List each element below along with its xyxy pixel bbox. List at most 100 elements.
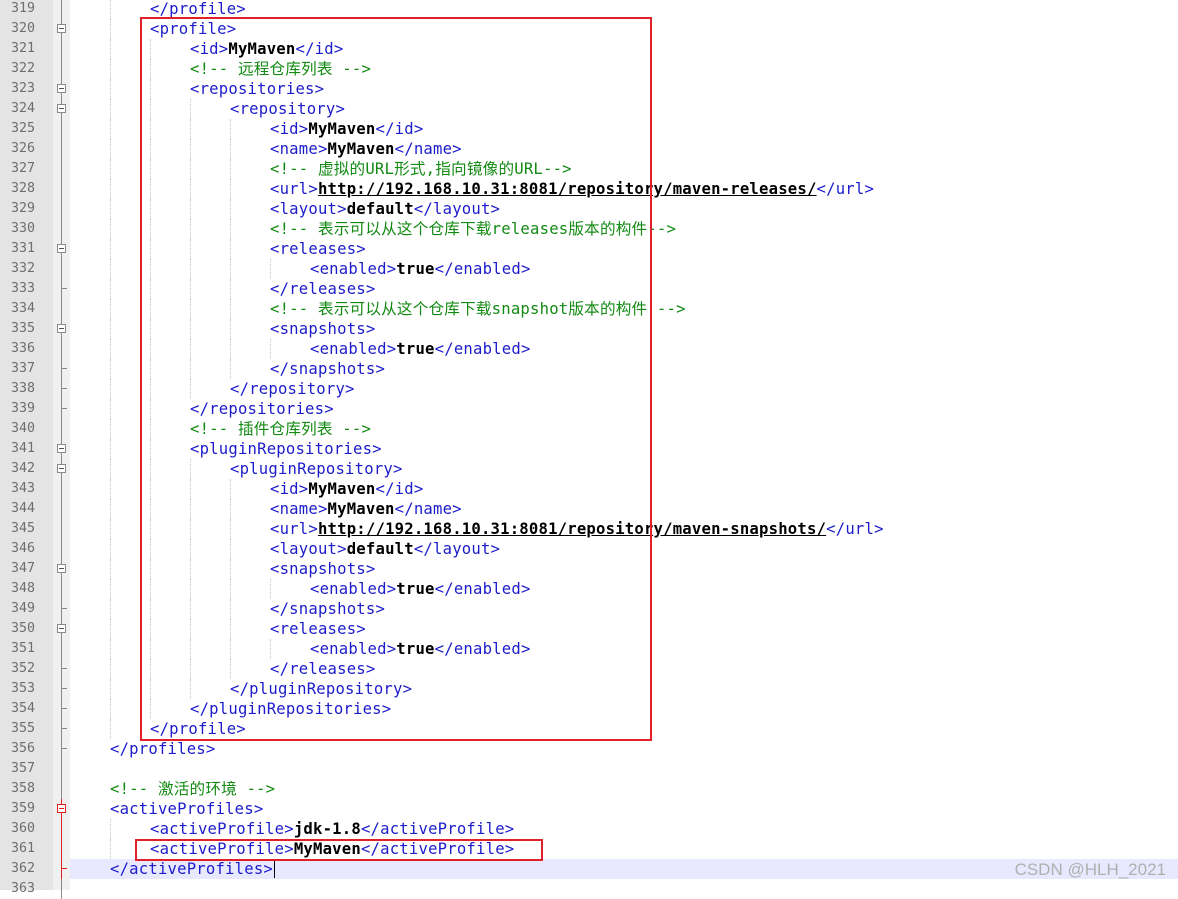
code-text[interactable]: </snapshots> [70, 359, 1178, 379]
code-line[interactable]: 359 <activeProfiles> [0, 799, 1178, 819]
code-line[interactable]: 355 </profile> [0, 719, 1178, 739]
code-text[interactable]: <!-- 表示可以从这个仓库下载releases版本的构件--> [70, 219, 1178, 239]
code-line[interactable]: 361 <activeProfile>MyMaven</activeProfile… [0, 839, 1178, 859]
code-line[interactable]: 321 <id>MyMaven</id> [0, 39, 1178, 59]
code-line[interactable]: 353 </pluginRepository> [0, 679, 1178, 699]
code-text[interactable]: <id>MyMaven</id> [70, 39, 1178, 59]
code-line[interactable]: 327 <!-- 虚拟的URL形式,指向镜像的URL--> [0, 159, 1178, 179]
code-text[interactable]: <id>MyMaven</id> [70, 479, 1178, 499]
code-text[interactable]: <url>http://192.168.10.31:8081/repositor… [70, 179, 1178, 199]
code-text[interactable]: </pluginRepository> [70, 679, 1178, 699]
fold-toggle-icon[interactable] [53, 79, 70, 99]
url-link[interactable]: http://192.168.10.31:8081/repository/mav… [318, 180, 817, 198]
code-text[interactable]: <enabled>true</enabled> [70, 259, 1178, 279]
code-line[interactable]: 331 <releases> [0, 239, 1178, 259]
code-text[interactable]: <activeProfile>jdk-1.8</activeProfile> [70, 819, 1178, 839]
code-text[interactable]: <pluginRepositories> [70, 439, 1178, 459]
code-line[interactable]: 350 <releases> [0, 619, 1178, 639]
fold-toggle-icon[interactable] [53, 559, 70, 579]
code-line[interactable]: 324 <repository> [0, 99, 1178, 119]
code-line[interactable]: 362 </activeProfiles> [0, 859, 1178, 879]
code-line[interactable]: 352 </releases> [0, 659, 1178, 679]
code-text[interactable]: <!-- 表示可以从这个仓库下载snapshot版本的构件 --> [70, 299, 1178, 319]
code-text[interactable]: <layout>default</layout> [70, 199, 1178, 219]
code-line[interactable]: 335 <snapshots> [0, 319, 1178, 339]
code-text[interactable]: <activeProfile>MyMaven</activeProfile> [70, 839, 1178, 859]
code-line[interactable]: 360 <activeProfile>jdk-1.8</activeProfile… [0, 819, 1178, 839]
code-editor[interactable]: 319 </profile> 320 <profile> 321 <id>MyMaven<… [0, 0, 1178, 899]
code-line[interactable]: 337 </snapshots> [0, 359, 1178, 379]
code-text[interactable] [70, 759, 1178, 779]
code-line[interactable]: 339 </repositories> [0, 399, 1178, 419]
code-text[interactable]: <activeProfiles> [70, 799, 1178, 819]
code-text[interactable]: <id>MyMaven</id> [70, 119, 1178, 139]
code-text[interactable]: <!-- 远程仓库列表 --> [70, 59, 1178, 79]
code-line[interactable]: 320 <profile> [0, 19, 1178, 39]
code-text[interactable] [70, 879, 1178, 899]
code-line[interactable]: 351 <enabled>true</enabled> [0, 639, 1178, 659]
code-line[interactable]: 322 <!-- 远程仓库列表 --> [0, 59, 1178, 79]
code-text[interactable]: <enabled>true</enabled> [70, 639, 1178, 659]
code-text[interactable]: <snapshots> [70, 319, 1178, 339]
code-line[interactable]: 349 </snapshots> [0, 599, 1178, 619]
code-text[interactable]: <enabled>true</enabled> [70, 579, 1178, 599]
code-text[interactable]: </pluginRepositories> [70, 699, 1178, 719]
code-line[interactable]: 348 <enabled>true</enabled> [0, 579, 1178, 599]
code-text[interactable]: <!-- 插件仓库列表 --> [70, 419, 1178, 439]
code-text[interactable]: <pluginRepository> [70, 459, 1178, 479]
fold-toggle-icon[interactable] [53, 799, 70, 819]
code-line[interactable]: 336 <enabled>true</enabled> [0, 339, 1178, 359]
code-text[interactable]: <releases> [70, 619, 1178, 639]
code-line[interactable]: 342 <pluginRepository> [0, 459, 1178, 479]
code-line[interactable]: 332 <enabled>true</enabled> [0, 259, 1178, 279]
code-text[interactable]: <url>http://192.168.10.31:8081/repositor… [70, 519, 1178, 539]
code-text[interactable]: </activeProfiles> [70, 859, 1178, 879]
code-line[interactable]: 323 <repositories> [0, 79, 1178, 99]
code-text[interactable]: <profile> [70, 19, 1178, 39]
code-line[interactable]: 347 <snapshots> [0, 559, 1178, 579]
code-line[interactable]: 330 <!-- 表示可以从这个仓库下载releases版本的构件--> [0, 219, 1178, 239]
code-line[interactable]: 363 [0, 879, 1178, 899]
code-text[interactable]: </releases> [70, 659, 1178, 679]
code-line[interactable]: 345 <url>http://192.168.10.31:8081/reposi… [0, 519, 1178, 539]
fold-toggle-icon[interactable] [53, 459, 70, 479]
code-line[interactable]: 325 <id>MyMaven</id> [0, 119, 1178, 139]
code-line[interactable]: 358 <!-- 激活的环境 --> [0, 779, 1178, 799]
code-text[interactable]: <enabled>true</enabled> [70, 339, 1178, 359]
code-text[interactable]: </repository> [70, 379, 1178, 399]
code-line[interactable]: 346 <layout>default</layout> [0, 539, 1178, 559]
code-line[interactable]: 357 [0, 759, 1178, 779]
code-text[interactable]: <name>MyMaven</name> [70, 139, 1178, 159]
code-text[interactable]: <releases> [70, 239, 1178, 259]
code-line[interactable]: 333 </releases> [0, 279, 1178, 299]
code-text[interactable]: <layout>default</layout> [70, 539, 1178, 559]
fold-toggle-icon[interactable] [53, 239, 70, 259]
code-line[interactable]: 338 </repository> [0, 379, 1178, 399]
fold-toggle-icon[interactable] [53, 319, 70, 339]
code-line[interactable]: 328 <url>http://192.168.10.31:8081/reposi… [0, 179, 1178, 199]
code-text[interactable]: <name>MyMaven</name> [70, 499, 1178, 519]
code-line[interactable]: 326 <name>MyMaven</name> [0, 139, 1178, 159]
fold-toggle-icon[interactable] [53, 19, 70, 39]
code-line[interactable]: 319 </profile> [0, 0, 1178, 19]
code-text[interactable]: </repositories> [70, 399, 1178, 419]
code-text[interactable]: </profile> [70, 0, 1178, 19]
code-line[interactable]: 329 <layout>default</layout> [0, 199, 1178, 219]
url-link[interactable]: http://192.168.10.31:8081/repository/mav… [318, 520, 826, 538]
code-line[interactable]: 354 </pluginRepositories> [0, 699, 1178, 719]
code-text[interactable]: </profiles> [70, 739, 1178, 759]
code-line[interactable]: 344 <name>MyMaven</name> [0, 499, 1178, 519]
fold-toggle-icon[interactable] [53, 619, 70, 639]
code-text[interactable]: </snapshots> [70, 599, 1178, 619]
code-text[interactable]: <repositories> [70, 79, 1178, 99]
code-line[interactable]: 341 <pluginRepositories> [0, 439, 1178, 459]
code-line[interactable]: 340 <!-- 插件仓库列表 --> [0, 419, 1178, 439]
fold-toggle-icon[interactable] [53, 99, 70, 119]
code-text[interactable]: <repository> [70, 99, 1178, 119]
code-text[interactable]: <snapshots> [70, 559, 1178, 579]
code-text[interactable]: </releases> [70, 279, 1178, 299]
code-line[interactable]: 343 <id>MyMaven</id> [0, 479, 1178, 499]
fold-toggle-icon[interactable] [53, 439, 70, 459]
code-line[interactable]: 334 <!-- 表示可以从这个仓库下载snapshot版本的构件 --> [0, 299, 1178, 319]
code-text[interactable]: </profile> [70, 719, 1178, 739]
